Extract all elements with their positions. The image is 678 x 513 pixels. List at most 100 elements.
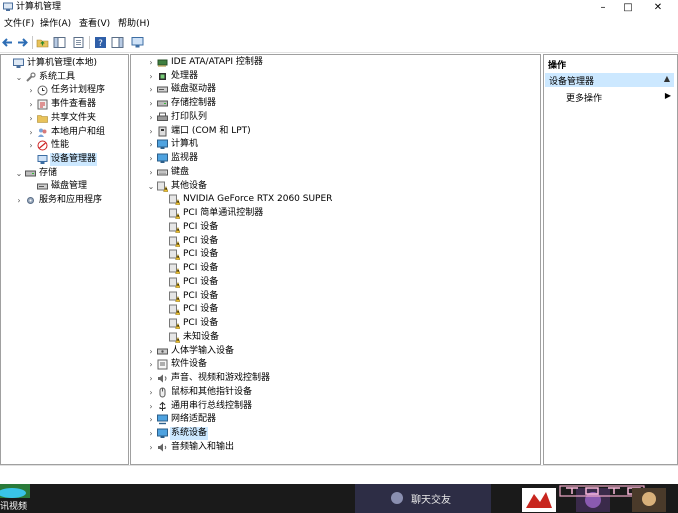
tools-icon: [26, 72, 36, 82]
game-thumbnail-1-icon[interactable]: [522, 488, 556, 512]
chevron-right-icon[interactable]: ›: [147, 111, 155, 124]
chevron-right-icon[interactable]: ›: [147, 97, 155, 110]
menu-help[interactable]: 帮助(H): [118, 18, 150, 30]
computer-management-icon: [3, 2, 13, 11]
export-list-icon[interactable]: [72, 36, 85, 49]
menu-file[interactable]: 文件(F): [4, 18, 34, 30]
chevron-right-icon[interactable]: ›: [147, 166, 155, 179]
up-folder-icon[interactable]: [36, 36, 49, 49]
network-icon: [157, 414, 168, 425]
actions-pane: 操作 设备管理器 ▲ 更多操作 ▶: [543, 54, 678, 465]
mouse-icon: [159, 387, 166, 398]
monitor-icon: [157, 153, 168, 164]
chevron-right-icon[interactable]: ›: [27, 98, 35, 111]
chevron-right-icon[interactable]: ›: [147, 358, 155, 371]
chevron-right-icon[interactable]: ›: [27, 112, 35, 125]
chevron-right-icon[interactable]: ›: [15, 194, 23, 207]
actions-section-device-manager[interactable]: 设备管理器 ▲: [545, 73, 674, 87]
warn-icon: [169, 277, 180, 288]
back-arrow-icon[interactable]: [1, 36, 14, 49]
taskbar-app-thumbnail-icon[interactable]: [0, 484, 30, 498]
disk-icon: [37, 183, 48, 190]
device-monitor-icon[interactable]: [131, 36, 144, 49]
folder-icon: [37, 114, 48, 123]
tree-item-label: PCI 设备: [183, 263, 219, 274]
devmgr-icon: [37, 154, 48, 164]
collapse-up-icon[interactable]: ▲: [664, 74, 670, 83]
warn-icon: [169, 222, 180, 233]
close-button[interactable]: ✕: [643, 0, 673, 15]
tree-item-label: 软件设备: [171, 359, 208, 370]
tree-item-label: PCI 设备: [183, 318, 219, 329]
menu-action[interactable]: 操作(A): [40, 18, 71, 30]
usb-icon: [159, 401, 166, 411]
chevron-down-icon[interactable]: ⌄: [147, 180, 155, 193]
window-title: 计算机管理: [16, 2, 62, 12]
chevron-right-icon[interactable]: ›: [27, 139, 35, 152]
menu-bar: 文件(F) 操作(A) 查看(V) 帮助(H): [0, 16, 678, 32]
warn-icon: [169, 236, 180, 247]
audio-icon: [158, 443, 167, 452]
monitor-icon: [157, 139, 168, 150]
chevron-right-icon[interactable]: ›: [147, 70, 155, 83]
chevron-right-icon[interactable]: ›: [147, 83, 155, 96]
disk-icon: [157, 86, 168, 93]
action-pane-icon[interactable]: [111, 36, 124, 49]
chevron-right-icon[interactable]: ›: [147, 125, 155, 138]
tree-item-label: 监视器: [171, 153, 199, 164]
tree-item-label: 事件查看器: [51, 99, 97, 110]
chevron-right-icon[interactable]: ›: [147, 372, 155, 385]
ide-icon: [157, 59, 168, 67]
warn-icon: [169, 304, 180, 316]
chevron-right-icon[interactable]: ›: [147, 441, 155, 454]
tree-item-label: PCI 设备: [183, 235, 219, 246]
storage-icon: [157, 100, 168, 107]
tree-item-label: PCI 设备: [183, 221, 219, 232]
tree-item-label: 端口 (COM 和 LPT): [171, 125, 251, 136]
chevron-right-icon[interactable]: ›: [147, 138, 155, 151]
taskbar-video-label[interactable]: 讯视频: [0, 499, 27, 512]
tree-item-label: 任务计划程序: [51, 85, 106, 96]
clock-icon: [37, 85, 48, 96]
tree-item-label: 共享文件夹: [51, 112, 97, 123]
printer-icon: [157, 112, 168, 121]
chevron-right-icon[interactable]: ›: [27, 126, 35, 139]
chevron-right-icon[interactable]: ›: [147, 400, 155, 413]
warn-icon: [169, 208, 180, 219]
event-icon: [37, 99, 48, 110]
tree-item-label: PCI 设备: [183, 276, 219, 287]
game-thumbnail-3-icon[interactable]: [632, 488, 666, 512]
help-icon[interactable]: ?: [94, 36, 107, 49]
chevron-down-icon[interactable]: ⌄: [15, 167, 23, 180]
tree-item-label: 处理器: [171, 70, 199, 81]
menu-view[interactable]: 查看(V): [79, 18, 110, 30]
toolbar-separator: [89, 36, 90, 49]
warn-icon: [169, 194, 180, 206]
tree-item-label: 磁盘驱动器: [171, 84, 217, 95]
more-actions-item[interactable]: 更多操作: [566, 91, 602, 104]
sound-icon: [158, 374, 167, 383]
tree-item-label: 磁盘管理: [51, 181, 88, 192]
warn-icon: [169, 249, 180, 261]
tree-item-label: NVIDIA GeForce RTX 2060 SUPER: [183, 194, 333, 205]
tree-item-label: 性能: [51, 140, 70, 151]
tree-item-label: 本地用户和组: [51, 126, 106, 137]
chevron-right-icon[interactable]: ›: [147, 413, 155, 426]
tree-item-label: 通用串行总线控制器: [171, 400, 253, 411]
taskbar: 讯视频 聊天交友: [0, 484, 678, 513]
users-icon: [38, 128, 47, 137]
chat-button[interactable]: 聊天交友: [355, 484, 491, 513]
chevron-right-icon[interactable]: ›: [147, 427, 155, 440]
chevron-right-icon[interactable]: ›: [27, 84, 35, 97]
computer-management-window: 计算机管理 – □ ✕ 文件(F) 操作(A) 查看(V) 帮助(H) ? 计算…: [0, 0, 678, 484]
warn-icon: [157, 181, 168, 192]
tree-item-label: 音频输入和输出: [171, 441, 235, 452]
chevron-right-icon[interactable]: ›: [147, 56, 155, 69]
chevron-right-icon[interactable]: ›: [147, 152, 155, 165]
chevron-right-icon[interactable]: ›: [147, 386, 155, 399]
forward-arrow-icon[interactable]: [16, 36, 29, 49]
chevron-down-icon[interactable]: ⌄: [15, 71, 23, 84]
show-hide-tree-icon[interactable]: [53, 36, 66, 49]
maximize-button[interactable]: □: [613, 0, 643, 15]
chevron-right-icon[interactable]: ›: [147, 345, 155, 358]
